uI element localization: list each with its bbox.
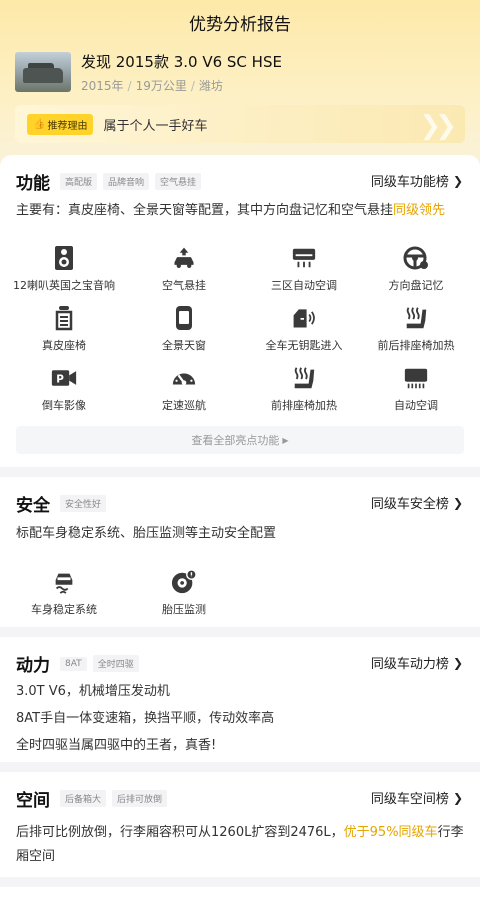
- function-card: 功能 高配版 品牌音响 空气悬挂 同级车功能榜 ❯ 主要有：真皮座椅、全景天窗等配…: [0, 155, 480, 467]
- function-description: 主要有：真皮座椅、全景天窗等配置，其中方向盘记忆和空气悬挂同级领先: [16, 203, 446, 218]
- feature-item[interactable]: 自动空调: [356, 365, 476, 413]
- steering-wheel-icon: [403, 245, 429, 271]
- cruise-control-icon: [171, 365, 197, 391]
- power-line: 3.0T V6，机械增压发动机: [16, 684, 170, 699]
- power-card: 动力 8AT 全时四驱 同级车动力榜 ❯ 3.0T V6，机械增压发动机 8AT手…: [0, 637, 480, 762]
- function-tag: 高配版: [60, 173, 98, 190]
- safety-title: 安全: [16, 496, 50, 516]
- feature-item[interactable]: 三区自动空调: [244, 245, 364, 293]
- feature-item[interactable]: 12喇叭英国之宝音响: [4, 245, 124, 293]
- car-name: 发现 2015款 3.0 V6 SC HSE: [81, 53, 282, 71]
- space-title: 空间: [16, 791, 50, 811]
- car-summary[interactable]: 发现 2015款 3.0 V6 SC HSE 2015年/19万公里 / 潍坊: [15, 52, 282, 94]
- space-tag: 后备箱大: [60, 790, 107, 807]
- power-line: 8AT手自一体变速箱，换挡平顺，传动效率高: [16, 711, 275, 726]
- power-line: 全时四驱当属四驱中的王者，真香!: [16, 738, 217, 753]
- chevron-right-icon: ❯: [452, 790, 463, 805]
- feature-item[interactable]: 前后排座椅加热: [356, 305, 476, 353]
- space-description: 后排可比例放倒，行李厢容积可从1260L扩容到2476L，优于95%同级车行李厢…: [16, 825, 464, 864]
- chevron-right-icon: ❯: [452, 173, 463, 188]
- feature-item[interactable]: 全景天窗: [124, 305, 244, 353]
- air-suspension-icon: [171, 245, 197, 271]
- climate-control-icon: [291, 245, 317, 271]
- thumbs-up-icon: 👍: [33, 118, 46, 130]
- recommend-reason-text: 属于个人一手好车: [103, 118, 208, 134]
- feature-item[interactable]: 前排座椅加热: [244, 365, 364, 413]
- function-rank-link[interactable]: 同级车功能榜 ❯: [371, 171, 463, 191]
- seat-heating-icon: [403, 305, 429, 331]
- power-tag: 8AT: [60, 656, 87, 671]
- safety-tag: 安全性好: [60, 495, 107, 512]
- function-tag: 品牌音响: [103, 173, 150, 190]
- safety-rank-link[interactable]: 同级车安全榜 ❯: [371, 493, 463, 513]
- feature-item[interactable]: 车身稳定系统: [4, 569, 124, 617]
- recommend-reason-tag: 👍 推荐理由: [27, 113, 94, 135]
- car-meta: 2015年/19万公里 / 潍坊: [81, 79, 223, 93]
- front-seat-heating-icon: [291, 365, 317, 391]
- leather-seat-icon: [51, 305, 77, 331]
- feature-item[interactable]: 定速巡航: [124, 365, 244, 413]
- stability-control-icon: [51, 569, 77, 595]
- car-city: 潍坊: [198, 79, 223, 93]
- triangle-right-icon: ▶: [282, 435, 289, 445]
- power-rank-link[interactable]: 同级车动力榜 ❯: [371, 653, 463, 673]
- feature-item[interactable]: P 倒车影像: [4, 365, 124, 413]
- reverse-camera-icon: P: [51, 365, 77, 391]
- feature-item[interactable]: 方向盘记忆: [356, 245, 476, 293]
- chevrons-decoration-icon: ❯❯: [419, 111, 456, 141]
- auto-ac-icon: [403, 365, 429, 391]
- next-card: [0, 887, 480, 921]
- feature-item[interactable]: 真皮座椅: [4, 305, 124, 353]
- speaker-icon: [51, 245, 77, 271]
- space-tag: 后排可放倒: [112, 790, 168, 807]
- safety-card: 安全 安全性好 同级车安全榜 ❯ 标配车身稳定系统、胎压监测等主动安全配置 车身稳…: [0, 477, 480, 627]
- space-card: 空间 后备箱大 后排可放倒 同级车空间榜 ❯ 后排可比例放倒，行李厢容积可从126…: [0, 772, 480, 877]
- safety-description: 标配车身稳定系统、胎压监测等主动安全配置: [16, 526, 277, 541]
- car-thumbnail: [15, 52, 71, 92]
- car-year: 2015年: [81, 79, 124, 93]
- page-title: 优势分析报告: [189, 15, 291, 35]
- view-all-features-button[interactable]: 查看全部亮点功能 ▶: [16, 426, 464, 454]
- chevron-right-icon: ❯: [452, 495, 463, 510]
- power-title: 动力: [16, 656, 50, 676]
- power-tag: 全时四驱: [92, 655, 139, 672]
- space-rank-link[interactable]: 同级车空间榜 ❯: [371, 788, 463, 808]
- recommend-reason-bar: 👍 推荐理由 属于个人一手好车 ❯❯: [15, 105, 465, 143]
- car-mileage: 19万公里: [135, 79, 187, 93]
- function-title: 功能: [16, 174, 50, 194]
- chevron-right-icon: ❯: [452, 655, 463, 670]
- tire-pressure-icon: [171, 569, 197, 595]
- keyless-entry-icon: [291, 305, 317, 331]
- sunroof-icon: [171, 305, 197, 331]
- feature-item[interactable]: 全车无钥匙进入: [244, 305, 364, 353]
- function-tag: 空气悬挂: [155, 173, 202, 190]
- svg-text:P: P: [56, 373, 64, 385]
- feature-item[interactable]: 胎压监测: [124, 569, 244, 617]
- feature-item[interactable]: 空气悬挂: [124, 245, 244, 293]
